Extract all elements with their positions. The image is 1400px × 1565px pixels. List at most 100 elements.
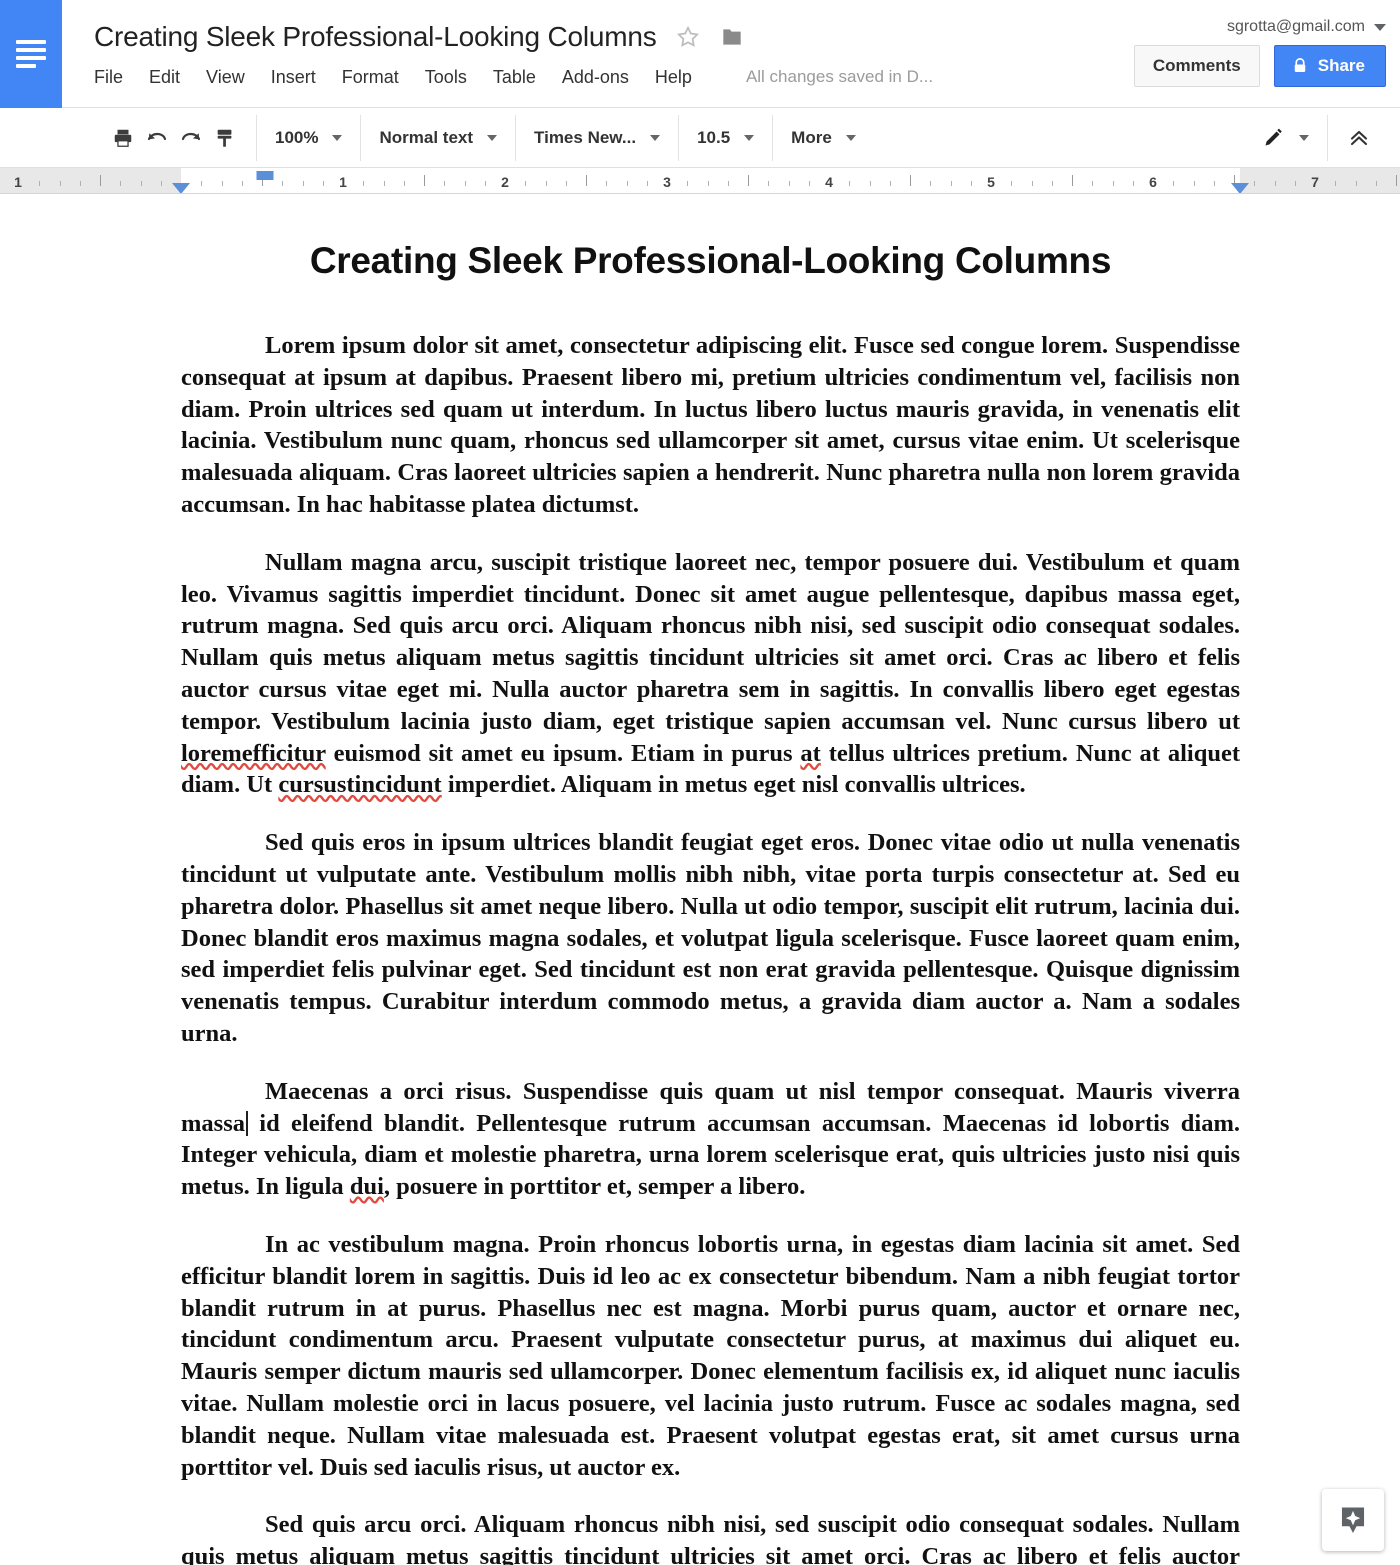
print-icon[interactable] (106, 121, 140, 155)
menu-item-insert[interactable]: Insert (271, 67, 316, 88)
ruler-tick (1396, 175, 1397, 186)
explore-button[interactable] (1322, 1489, 1384, 1551)
ruler-number: 6 (1149, 174, 1157, 190)
ruler-tick (525, 181, 526, 186)
double-chevron-up-icon[interactable] (1342, 121, 1376, 155)
docs-home-logo-button[interactable] (0, 0, 62, 108)
ruler-tick (687, 181, 688, 186)
document-paragraph[interactable]: Sed quis arcu orci. Aliquam rhoncus nibh… (181, 1509, 1240, 1565)
toolbar-group-font-size: 10.5 (679, 114, 774, 161)
zoom-value: 100% (275, 127, 319, 147)
ruler-tick (971, 181, 972, 186)
ruler-tick (910, 175, 911, 186)
ruler-tick (282, 181, 283, 186)
ruler-tick (1032, 181, 1033, 186)
ruler-number: 1 (339, 174, 347, 190)
redo-icon[interactable] (174, 121, 208, 155)
document-page[interactable]: Creating Sleek Professional-Looking Colu… (0, 194, 1400, 1565)
menu-item-file[interactable]: File (94, 67, 123, 88)
ruler-tick (424, 175, 425, 186)
chevron-down-icon (650, 134, 661, 141)
ruler-tick (890, 181, 891, 186)
more-label: More (791, 127, 832, 147)
ruler-tick (951, 181, 952, 186)
ruler-tick (1113, 181, 1114, 186)
document-paragraph[interactable]: Lorem ipsum dolor sit amet, consectetur … (181, 330, 1240, 521)
docs-logo-icon (16, 40, 46, 68)
star-outline-icon[interactable] (675, 24, 701, 50)
ruler-tick (586, 175, 587, 186)
menu-item-edit[interactable]: Edit (149, 67, 180, 88)
ruler-tick (1275, 181, 1276, 186)
font-family-select[interactable]: Times New... (530, 121, 664, 155)
document-paragraph[interactable]: In ac vestibulum magna. Proin rhoncus lo… (181, 1229, 1240, 1483)
menu-item-view[interactable]: View (206, 67, 245, 88)
ruler-tick (1052, 181, 1053, 186)
ruler-tick (566, 181, 567, 186)
ruler-number: 5 (987, 174, 995, 190)
document-title[interactable]: Creating Sleek Professional-Looking Colu… (94, 21, 657, 53)
chevron-down-icon (845, 134, 856, 141)
ruler-tick (1072, 175, 1073, 186)
ruler-tick (404, 181, 405, 186)
paragraph-style-value: Normal text (379, 127, 474, 147)
ruler-tick (748, 175, 749, 186)
more-options-button[interactable]: More (787, 121, 860, 155)
document-paragraph[interactable]: Maecenas a orci risus. Suspendisse quis … (181, 1076, 1240, 1203)
misspelled-word[interactable]: cursustincidunt (278, 771, 441, 798)
header-right: sgrotta@gmail.com Comments Share (1133, 0, 1386, 108)
ruler-tick (606, 181, 607, 186)
ruler-number: 3 (663, 174, 671, 190)
chevron-down-icon (487, 134, 498, 141)
ruler-tick (1194, 181, 1195, 186)
menu-item-tools[interactable]: Tools (425, 67, 467, 88)
ruler-tick (546, 181, 547, 186)
misspelled-word[interactable]: at (800, 740, 820, 767)
menu-item-table[interactable]: Table (493, 67, 536, 88)
document-paragraph[interactable]: Sed quis eros in ipsum ultrices blandit … (181, 827, 1240, 1050)
ruler-tick (930, 181, 931, 186)
ruler-tick (242, 181, 243, 186)
ruler-tick (1254, 181, 1255, 186)
ruler-tick (161, 181, 162, 186)
menu-item-add-ons[interactable]: Add-ons (562, 67, 629, 88)
formatting-toolbar: 100% Normal text Times New... 10.5 More (0, 108, 1400, 168)
ruler-tick (485, 181, 486, 186)
share-button[interactable]: Share (1273, 45, 1386, 87)
right-indent-marker[interactable] (1231, 183, 1249, 193)
zoom-select[interactable]: 100% (271, 121, 346, 155)
menu-item-help[interactable]: Help (655, 67, 692, 88)
misspelled-word[interactable]: dui (350, 1173, 384, 1200)
paint-format-icon[interactable] (208, 121, 242, 155)
misspelled-word[interactable]: loremefficitur (181, 740, 326, 767)
ruler-tick (444, 181, 445, 186)
account-email: sgrotta@gmail.com (1226, 18, 1365, 35)
ruler-tick (1376, 181, 1377, 186)
header-actions: Comments Share (1133, 45, 1386, 87)
lock-icon (1291, 57, 1309, 75)
ruler-tick (60, 181, 61, 186)
ruler-number: 1 (14, 174, 22, 190)
document-heading[interactable]: Creating Sleek Professional-Looking Colu… (181, 240, 1240, 282)
editing-mode-select[interactable] (1257, 121, 1313, 155)
ruler-tick (728, 181, 729, 186)
chevron-down-icon (744, 134, 755, 141)
ruler[interactable]: 1 1 2 3 4 5 6 7 (0, 168, 1400, 194)
left-indent-marker[interactable] (172, 183, 190, 193)
ruler-number: 4 (825, 174, 833, 190)
ruler-tick (1173, 181, 1174, 186)
account-switcher[interactable]: sgrotta@gmail.com (1227, 18, 1386, 36)
toolbar-right-group (1243, 114, 1400, 161)
first-line-indent-marker[interactable] (256, 171, 274, 180)
share-button-label: Share (1317, 56, 1365, 75)
font-size-select[interactable]: 10.5 (693, 121, 758, 155)
paragraph-style-select[interactable]: Normal text (375, 121, 501, 155)
toolbar-group-font: Times New... (516, 114, 680, 161)
folder-icon[interactable] (719, 24, 745, 50)
document-scroll-area[interactable]: Creating Sleek Professional-Looking Colu… (0, 194, 1400, 1565)
comments-button[interactable]: Comments (1133, 45, 1260, 87)
toolbar-group-mode (1243, 114, 1328, 161)
document-paragraph[interactable]: Nullam magna arcu, suscipit tristique la… (181, 547, 1240, 801)
undo-icon[interactable] (140, 121, 174, 155)
menu-item-format[interactable]: Format (342, 67, 399, 88)
